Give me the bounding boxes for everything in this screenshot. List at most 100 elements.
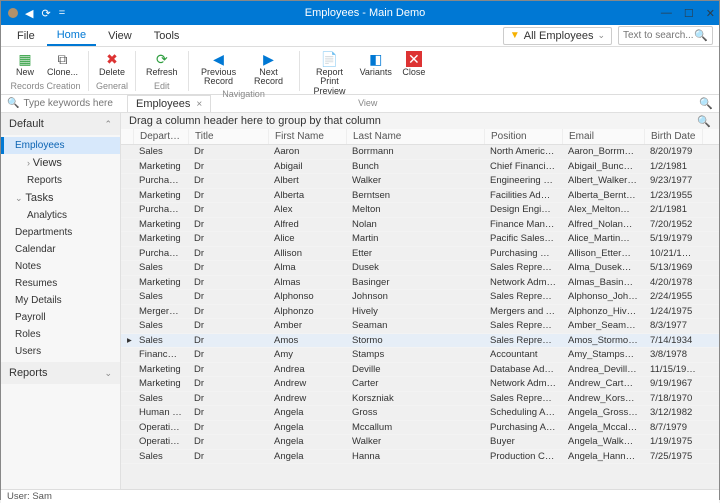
cell-position: Pacific Sales Manager bbox=[484, 232, 562, 246]
col-birthdate[interactable]: Birth Date bbox=[645, 129, 703, 144]
cell-firstname: Andrea bbox=[268, 363, 346, 377]
table-row[interactable]: SalesDrAaronBorrmannNorth American Sales… bbox=[121, 145, 719, 160]
table-row[interactable]: MarketingDrAndreaDevilleDatabase Adminis… bbox=[121, 363, 719, 378]
cell-lastname: Johnson bbox=[346, 290, 484, 304]
sidebar-item-reports[interactable]: Reports bbox=[1, 172, 120, 189]
sidebar-item-roles[interactable]: Roles bbox=[1, 326, 120, 343]
search-input[interactable] bbox=[623, 30, 693, 41]
table-row[interactable]: MarketingDrAlfredNolanFinance ManagerAlf… bbox=[121, 218, 719, 233]
col-title[interactable]: Title bbox=[189, 129, 269, 144]
sidebar-item-resumes[interactable]: Resumes bbox=[1, 275, 120, 292]
cell-birthdate: 11/15/1967 bbox=[644, 363, 702, 377]
report-preview-button[interactable]: 📄Report Print Preview bbox=[306, 49, 354, 98]
col-firstname[interactable]: First Name bbox=[269, 129, 347, 144]
cell-title: Dr bbox=[188, 160, 268, 174]
maximize-icon[interactable]: ☐ bbox=[684, 7, 694, 20]
table-row[interactable]: SalesDrAmberSeamanSales RepresentativeAm… bbox=[121, 319, 719, 334]
table-row[interactable]: PurchasingDrAllisonEtterPurchasing Manag… bbox=[121, 247, 719, 262]
group-panel[interactable]: Drag a column header here to group by th… bbox=[121, 113, 719, 129]
col-position[interactable]: Position bbox=[485, 129, 563, 144]
clone-button[interactable]: ⧉Clone... bbox=[43, 49, 82, 79]
close-window-icon[interactable]: ✕ bbox=[706, 7, 715, 20]
cell-email: Abigail_Bunch@example... bbox=[562, 160, 644, 174]
menu-view[interactable]: View bbox=[98, 27, 142, 45]
grid-header: Department Title First Name Last Name Po… bbox=[121, 129, 719, 145]
cell-email: Alma_Dusek@example.com bbox=[562, 261, 644, 275]
sidebar-item-departments[interactable]: Departments bbox=[1, 224, 120, 241]
sidebar-item-users[interactable]: Users bbox=[1, 343, 120, 360]
cell-firstname: Angela bbox=[268, 406, 346, 420]
cell-department: Marketing bbox=[133, 377, 188, 391]
refresh-button[interactable]: ⟳Refresh bbox=[142, 49, 182, 79]
next-record-button[interactable]: ▶Next Record bbox=[245, 49, 293, 89]
global-search[interactable]: 🔍 bbox=[618, 26, 713, 45]
refresh-title-icon[interactable]: ⟳ bbox=[41, 7, 50, 20]
cell-position: Buyer bbox=[484, 435, 562, 449]
cell-birthdate: 5/13/1969 bbox=[644, 261, 702, 275]
table-row[interactable]: OperationsDrAngelaMccallumPurchasing Ass… bbox=[121, 421, 719, 436]
cell-birthdate: 1/24/1975 bbox=[644, 305, 702, 319]
minimize-icon[interactable]: — bbox=[661, 7, 672, 20]
new-button[interactable]: ▦New bbox=[9, 49, 41, 79]
col-lastname[interactable]: Last Name bbox=[347, 129, 485, 144]
table-row[interactable]: OperationsDrAngelaWalkerBuyerAngela_Walk… bbox=[121, 435, 719, 450]
back-icon[interactable]: ◀ bbox=[25, 7, 33, 20]
cell-firstname: Alma bbox=[268, 261, 346, 275]
col-email[interactable]: Email bbox=[563, 129, 645, 144]
table-row[interactable]: MarketingDrAlbertaBerntsenFacilities Adm… bbox=[121, 189, 719, 204]
cell-firstname: Amber bbox=[268, 319, 346, 333]
table-row[interactable]: SalesDrAndrewKorszniakSales Representati… bbox=[121, 392, 719, 407]
close-button[interactable]: ✕Close bbox=[398, 49, 430, 98]
table-row[interactable]: SalesDrAngelaHannaProduction Control Man… bbox=[121, 450, 719, 465]
cell-title: Dr bbox=[188, 203, 268, 217]
delete-button[interactable]: ✖Delete bbox=[95, 49, 129, 79]
table-row[interactable]: PurchasingDrAlexMeltonDesign EngineerAle… bbox=[121, 203, 719, 218]
keywords-input[interactable] bbox=[23, 98, 113, 109]
fwd-icon[interactable]: = bbox=[59, 7, 65, 19]
tab-employees[interactable]: Employees × bbox=[127, 95, 211, 112]
table-row[interactable]: SalesDrAlphonsoJohnsonSales Representati… bbox=[121, 290, 719, 305]
table-row[interactable]: ▸SalesDrAmosStormoSales RepresentativeAm… bbox=[121, 334, 719, 349]
table-row[interactable]: Finance and Ac...DrAmyStampsAccountantAm… bbox=[121, 348, 719, 363]
grid-search-icon[interactable]: 🔍 bbox=[697, 115, 711, 128]
cell-title: Dr bbox=[188, 290, 268, 304]
cell-lastname: Melton bbox=[346, 203, 484, 217]
table-row[interactable]: Mergers and Ac...DrAlphonzoHivelyMergers… bbox=[121, 305, 719, 320]
sidebar-item-payroll[interactable]: Payroll bbox=[1, 309, 120, 326]
cell-title: Dr bbox=[188, 421, 268, 435]
search-icon[interactable]: 🔍 bbox=[694, 29, 708, 42]
sidebar-item-calendar[interactable]: Calendar bbox=[1, 241, 120, 258]
cell-title: Dr bbox=[188, 406, 268, 420]
sidebar-item-mydetails[interactable]: My Details bbox=[1, 292, 120, 309]
menu-home[interactable]: Home bbox=[47, 26, 96, 46]
row-indicator bbox=[121, 319, 133, 333]
sidebar-header-default[interactable]: Default⌃ bbox=[1, 113, 120, 135]
sidebar-item-tasks[interactable]: ⌄ Tasks bbox=[1, 189, 120, 207]
cell-title: Dr bbox=[188, 218, 268, 232]
table-row[interactable]: MarketingDrAbigailBunchChief Financial O… bbox=[121, 160, 719, 175]
table-row[interactable]: PurchasingDrAlbertWalkerEngineering Mana… bbox=[121, 174, 719, 189]
col-department[interactable]: Department bbox=[134, 129, 189, 144]
menu-tools[interactable]: Tools bbox=[144, 27, 190, 45]
row-indicator bbox=[121, 232, 133, 246]
sidebar-item-employees[interactable]: Employees bbox=[1, 137, 120, 154]
cell-lastname: Etter bbox=[346, 247, 484, 261]
table-row[interactable]: Human Resourc...DrAngelaGrossScheduling … bbox=[121, 406, 719, 421]
row-indicator bbox=[121, 377, 133, 391]
sidebar-item-analytics[interactable]: Analytics bbox=[1, 207, 120, 224]
sidebar-item-views[interactable]: › Views bbox=[1, 154, 120, 172]
menu-file[interactable]: File bbox=[7, 27, 45, 45]
table-row[interactable]: MarketingDrAlmasBasingerNetwork Administ… bbox=[121, 276, 719, 291]
cell-position: Accountant bbox=[484, 348, 562, 362]
grid-refresh-icon[interactable]: 🔍 bbox=[699, 97, 713, 110]
sidebar-item-notes[interactable]: Notes bbox=[1, 258, 120, 275]
table-row[interactable]: MarketingDrAliceMartinPacific Sales Mana… bbox=[121, 232, 719, 247]
filter-dropdown[interactable]: ▼ All Employees ⌄ bbox=[503, 27, 612, 45]
variants-button[interactable]: ◧Variants bbox=[356, 49, 396, 98]
prev-record-button[interactable]: ◀Previous Record bbox=[195, 49, 243, 89]
table-row[interactable]: SalesDrAlmaDusekSales RepresentativeAlma… bbox=[121, 261, 719, 276]
sidebar-header-reports[interactable]: Reports⌄ bbox=[1, 362, 120, 384]
table-row[interactable]: MarketingDrAndrewCarterNetwork Administr… bbox=[121, 377, 719, 392]
tab-close-icon[interactable]: × bbox=[196, 99, 202, 110]
cell-birthdate: 7/25/1975 bbox=[644, 450, 702, 464]
